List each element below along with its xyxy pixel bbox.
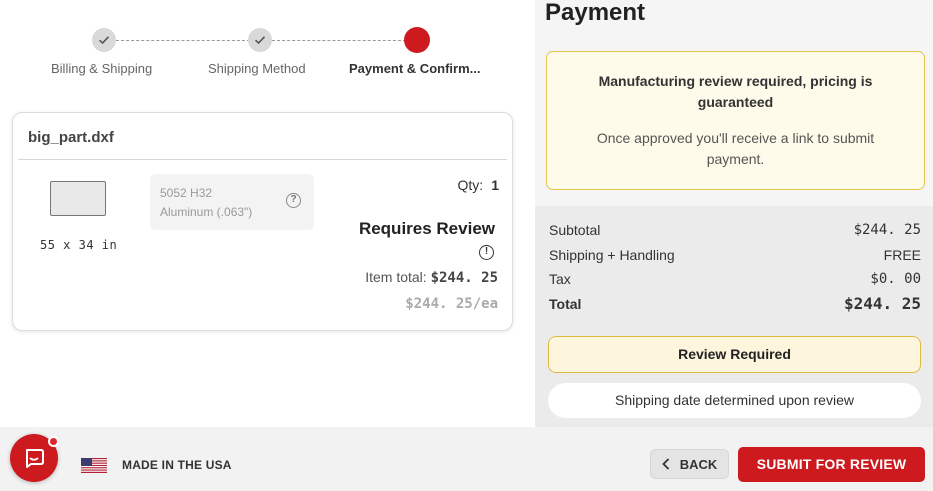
chevron-left-icon (661, 458, 669, 470)
summary-value: FREE (883, 246, 921, 263)
review-required-button[interactable]: Review Required (548, 336, 921, 373)
step-connector (272, 40, 406, 41)
summary-value: $244. 25 (843, 293, 921, 313)
quantity: Qty: 1 (458, 177, 499, 193)
qty-label: Qty: (457, 177, 484, 193)
part-preview-thumbnail[interactable] (50, 181, 106, 216)
part-dimensions: 55 x 34 in (40, 238, 118, 252)
us-flag-icon (81, 458, 107, 473)
checkout-stepper: Billing & Shipping Shipping Method Payme… (0, 0, 535, 90)
payment-panel: Payment Manufacturing review required, p… (535, 0, 933, 427)
footer-bar: MADE IN THE USA BACK SUBMIT FOR REVIEW (0, 427, 933, 491)
material-info: 5052 H32 Aluminum (.063") ? (150, 174, 314, 230)
summary-label: Tax (549, 271, 571, 287)
order-summary: Subtotal $244. 25 Shipping + Handling FR… (549, 218, 921, 316)
step-connector (116, 40, 250, 41)
summary-row-tax: Tax $0. 00 (549, 267, 921, 292)
notification-dot (48, 436, 59, 447)
qty-value: 1 (491, 177, 499, 193)
summary-value: $0. 00 (870, 271, 921, 287)
material-spec: 5052 H32 (160, 186, 213, 200)
step-complete-icon[interactable] (92, 28, 116, 52)
part-filename: big_part.dxf (28, 129, 114, 146)
question-icon[interactable]: ? (286, 193, 301, 208)
payment-header-area: Payment Manufacturing review required, p… (535, 0, 933, 206)
submit-for-review-button[interactable]: SUBMIT FOR REVIEW (738, 447, 925, 482)
step-label-billing[interactable]: Billing & Shipping (51, 61, 152, 76)
summary-label: Subtotal (549, 222, 601, 238)
notice-title: Manufacturing review required, pricing i… (598, 73, 873, 110)
step-label-payment: Payment & Confirm... (349, 61, 481, 76)
notice-body: Once approved you'll receive a link to s… (596, 130, 875, 167)
summary-row-subtotal: Subtotal $244. 25 (549, 218, 921, 243)
review-status: Requires Review (358, 219, 495, 238)
back-label: BACK (679, 456, 718, 472)
step-active-indicator (404, 27, 430, 53)
step-complete-icon[interactable] (248, 28, 272, 52)
part-card: big_part.dxf 55 x 34 in 5052 H32 Aluminu… (12, 112, 513, 331)
step-label-shipping-method[interactable]: Shipping Method (208, 61, 306, 76)
material-name: Aluminum (.063") (160, 205, 253, 219)
card-divider (18, 159, 507, 160)
alert-circle-icon[interactable]: ! (479, 245, 494, 260)
order-review-area: Billing & Shipping Shipping Method Payme… (0, 0, 535, 427)
summary-row-shipping: Shipping + Handling FREE (549, 243, 921, 268)
price-each: $244. 25/ea (405, 296, 498, 312)
summary-label: Shipping + Handling (549, 246, 675, 263)
item-total-label: Item total: (365, 269, 427, 285)
made-in-usa-label: MADE IN THE USA (122, 458, 232, 472)
item-total: Item total: $244. 25 (365, 269, 498, 286)
back-button[interactable]: BACK (650, 449, 729, 479)
payment-title: Payment (545, 0, 646, 26)
summary-row-total: Total $244. 25 (549, 292, 921, 317)
review-notice: Manufacturing review required, pricing i… (546, 51, 925, 190)
summary-value: $244. 25 (853, 222, 921, 238)
item-total-value: $244. 25 (430, 270, 498, 286)
summary-label: Total (549, 295, 582, 312)
shipping-date-note: Shipping date determined upon review (548, 383, 921, 418)
